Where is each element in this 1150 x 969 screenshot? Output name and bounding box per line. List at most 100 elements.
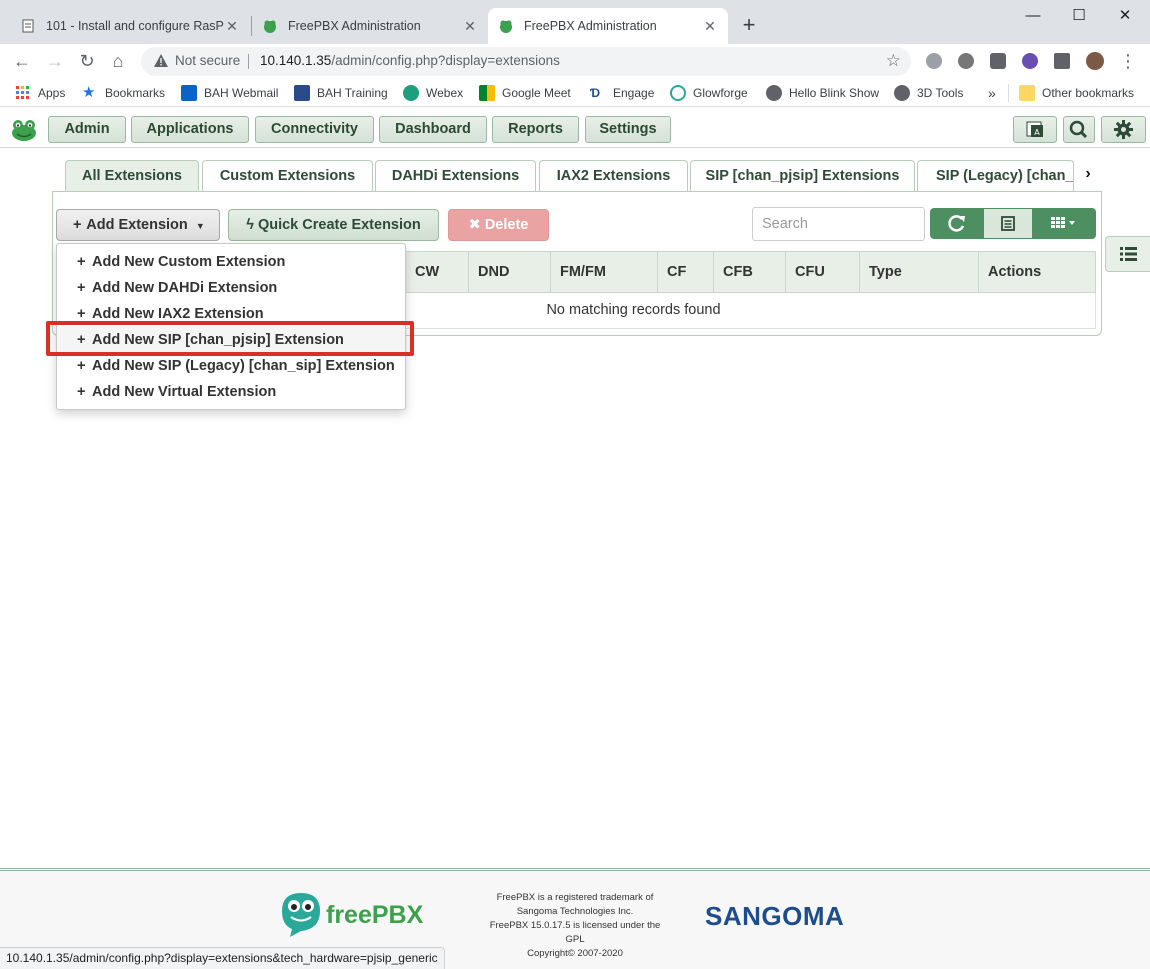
gear-icon[interactable] bbox=[1101, 116, 1146, 143]
nav-dashboard[interactable]: Dashboard bbox=[379, 116, 487, 143]
bookmark-google-meet[interactable]: Google Meet bbox=[479, 84, 571, 102]
plus-icon: + bbox=[77, 384, 86, 400]
bookmark-label: Webex bbox=[426, 86, 464, 100]
language-icon[interactable]: A bbox=[1013, 116, 1057, 143]
add-extension-label: Add Extension bbox=[86, 217, 188, 233]
menu-item-add-sip-pjsip[interactable]: + Add New SIP [chan_pjsip] Extension bbox=[57, 327, 405, 353]
delete-button[interactable]: ✖ Delete bbox=[448, 209, 549, 241]
column-header-cfb[interactable]: CFB bbox=[713, 252, 785, 292]
magnifier-icon bbox=[1069, 120, 1088, 139]
column-header-cfu[interactable]: CFU bbox=[785, 252, 859, 292]
tab-iax2-extensions[interactable]: IAX2 Extensions bbox=[539, 160, 688, 192]
browser-tab-1[interactable]: 101 - Install and configure RasPBX ✕ bbox=[10, 8, 250, 44]
menu-item-label: Add New DAHDi Extension bbox=[92, 280, 278, 296]
toggle-view-button[interactable] bbox=[983, 208, 1033, 239]
apps-grid-icon bbox=[16, 86, 29, 99]
menu-item-label: Add New Virtual Extension bbox=[92, 384, 277, 400]
browser-tab-title: FreePBX Administration bbox=[524, 19, 657, 33]
bookmark-label: Hello Blink Show bbox=[789, 86, 880, 100]
window-close-icon[interactable]: ✕ bbox=[1105, 4, 1145, 28]
plus-icon: + bbox=[77, 306, 86, 322]
bookmark-bah-webmail[interactable]: BAH Webmail bbox=[181, 84, 278, 102]
search-placeholder: Search bbox=[762, 216, 808, 232]
chevron-right-icon[interactable]: › bbox=[1080, 164, 1096, 184]
quick-create-extension-button[interactable]: ϟ Quick Create Extension bbox=[228, 209, 439, 241]
menu-kebab-icon[interactable]: ⋮ bbox=[1116, 49, 1140, 73]
google-meet-icon bbox=[479, 85, 495, 101]
side-panel-toggle[interactable] bbox=[1105, 236, 1150, 272]
reload-icon[interactable]: ↻ bbox=[75, 49, 99, 73]
address-bar[interactable]: Not secure 10.140.1.35/admin/config.php?… bbox=[141, 47, 911, 76]
bookmark-label: BAH Training bbox=[317, 86, 388, 100]
browser-tab-2[interactable]: FreePBX Administration ✕ bbox=[252, 8, 488, 44]
search-icon[interactable] bbox=[1063, 116, 1095, 143]
browser-tab-3-active[interactable]: FreePBX Administration ✕ bbox=[488, 8, 728, 44]
column-header-cf[interactable]: CF bbox=[657, 252, 713, 292]
bookmark-engage[interactable]: Ɗ Engage bbox=[590, 84, 654, 102]
delete-label: Delete bbox=[484, 217, 529, 233]
forward-icon[interactable]: → bbox=[43, 49, 67, 73]
puzzle-icon[interactable] bbox=[1054, 53, 1070, 69]
freepbx-frog-icon[interactable] bbox=[10, 118, 38, 142]
close-icon[interactable]: ✕ bbox=[224, 18, 240, 35]
list-icon bbox=[1120, 247, 1137, 261]
grid-icon bbox=[1051, 217, 1075, 228]
refresh-button[interactable] bbox=[930, 208, 983, 239]
nav-connectivity[interactable]: Connectivity bbox=[255, 116, 374, 143]
tab-sip-legacy-extensions[interactable]: SIP (Legacy) [chan_sip] Extensions bbox=[917, 160, 1074, 192]
menu-item-add-custom[interactable]: + Add New Custom Extension bbox=[57, 249, 405, 275]
avatar[interactable] bbox=[1086, 52, 1104, 70]
tab-all-extensions[interactable]: All Extensions bbox=[65, 160, 199, 192]
close-icon[interactable]: ✕ bbox=[462, 18, 478, 35]
ublock-icon[interactable] bbox=[990, 53, 1006, 69]
browser-tab-title: 101 - Install and configure RasPBX bbox=[46, 19, 224, 33]
adblock-icon[interactable] bbox=[926, 53, 942, 69]
plus-icon: + bbox=[77, 358, 86, 374]
bookmark-hello-blink-show[interactable]: Hello Blink Show bbox=[766, 84, 879, 102]
url-host: 10.140.1.35 bbox=[260, 53, 332, 68]
menu-item-add-dahdi[interactable]: + Add New DAHDi Extension bbox=[57, 275, 405, 301]
bookmark-bah-training[interactable]: BAH Training bbox=[294, 84, 388, 102]
column-header-fmfm[interactable]: FM/FM bbox=[550, 252, 657, 292]
add-extension-button[interactable]: + Add Extension ▼ bbox=[56, 209, 220, 241]
tab-custom-extensions[interactable]: Custom Extensions bbox=[202, 160, 373, 192]
columns-button[interactable] bbox=[1033, 208, 1096, 239]
nav-applications[interactable]: Applications bbox=[131, 116, 249, 143]
close-icon[interactable]: ✕ bbox=[702, 18, 718, 35]
column-header-cw[interactable]: CW bbox=[405, 252, 468, 292]
bookmark-other[interactable]: Other bookmarks bbox=[1019, 84, 1134, 102]
menu-item-add-iax2[interactable]: + Add New IAX2 Extension bbox=[57, 301, 405, 327]
empty-message: No matching records found bbox=[546, 302, 721, 318]
svg-text:A: A bbox=[1034, 128, 1040, 137]
divider bbox=[248, 54, 249, 69]
tab-dahdi-extensions[interactable]: DAHDi Extensions bbox=[375, 160, 536, 192]
bookmark-bookmarks[interactable]: ★ Bookmarks bbox=[82, 84, 165, 102]
home-icon[interactable]: ⌂ bbox=[106, 49, 130, 73]
tv-extension-icon[interactable] bbox=[1022, 53, 1038, 69]
bookmark-apps[interactable]: Apps bbox=[15, 84, 65, 102]
bookmark-3d-tools[interactable]: 3D Tools bbox=[894, 84, 963, 102]
browser-toolbar: ← → ↻ ⌂ Not secure 10.140.1.35/admin/con… bbox=[0, 44, 1150, 78]
menu-item-add-sip-legacy[interactable]: + Add New SIP (Legacy) [chan_sip] Extensi… bbox=[57, 353, 405, 379]
nav-admin[interactable]: Admin bbox=[48, 116, 126, 143]
bookmark-webex[interactable]: Webex bbox=[403, 84, 463, 102]
menu-item-add-virtual[interactable]: + Add New Virtual Extension bbox=[57, 379, 405, 405]
bookmarks-overflow-icon[interactable]: » bbox=[988, 84, 996, 102]
bookmark-star-icon[interactable]: ☆ bbox=[886, 51, 901, 71]
globe-icon bbox=[894, 85, 910, 101]
nav-settings[interactable]: Settings bbox=[585, 116, 671, 143]
back-icon[interactable]: ← bbox=[10, 49, 34, 73]
nav-reports[interactable]: Reports bbox=[492, 116, 579, 143]
column-header-dnd[interactable]: DND bbox=[468, 252, 550, 292]
menu-item-label: Add New Custom Extension bbox=[92, 254, 286, 270]
minimize-icon[interactable]: — bbox=[1013, 4, 1053, 28]
new-tab-icon[interactable]: + bbox=[737, 12, 761, 38]
column-header-type[interactable]: Type bbox=[859, 252, 978, 292]
cog-icon bbox=[1114, 120, 1133, 139]
tab-sip-pjsip-extensions[interactable]: SIP [chan_pjsip] Extensions bbox=[690, 160, 915, 192]
extension-circle-icon[interactable] bbox=[958, 53, 974, 69]
times-icon: ✖ bbox=[468, 217, 481, 233]
search-input[interactable]: Search bbox=[752, 207, 925, 241]
bookmark-glowforge[interactable]: Glowforge bbox=[670, 84, 748, 102]
maximize-icon[interactable]: ☐ bbox=[1059, 4, 1099, 28]
